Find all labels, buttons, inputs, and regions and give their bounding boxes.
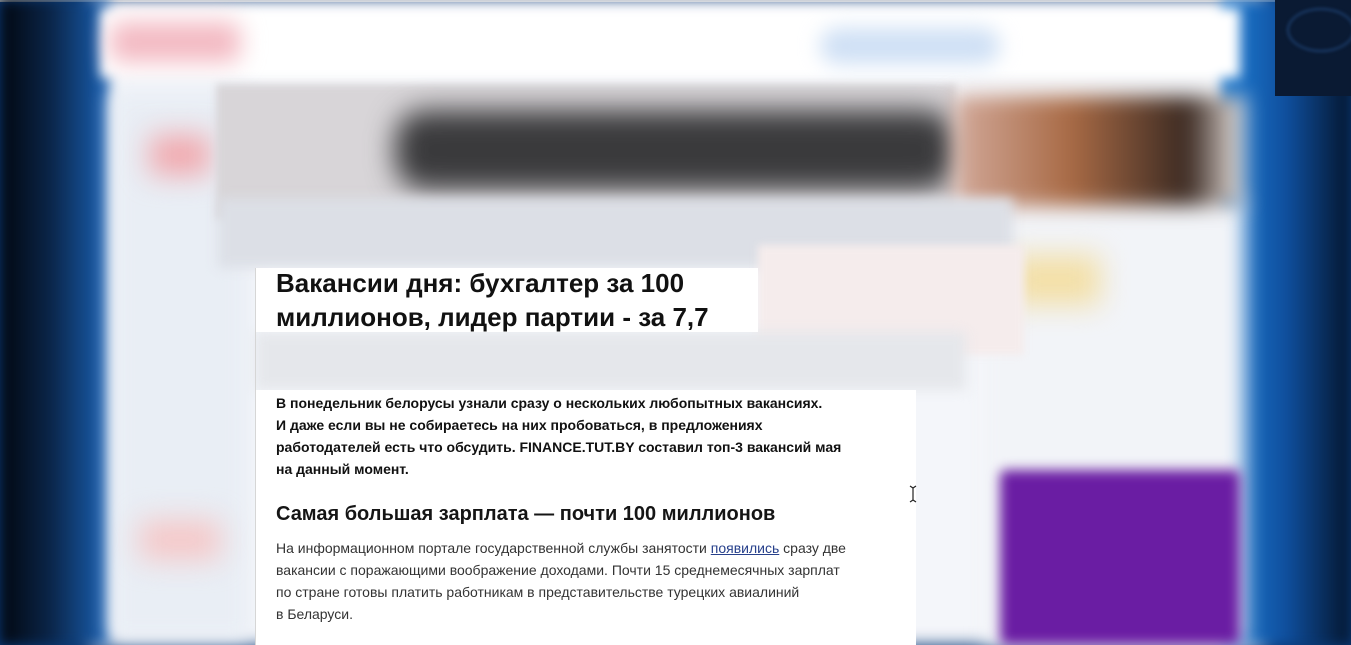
blurred-brand-corner <box>1275 0 1351 96</box>
lead-line: на данный момент. <box>276 461 409 477</box>
paragraph-text: сразу две <box>779 540 846 556</box>
paragraph-text: в Беларуси. <box>276 606 353 622</box>
paragraph-text: по стране готовы платить работникам в пр… <box>276 584 800 600</box>
article-lead: В понедельник белорусы узнали сразу о не… <box>276 392 886 480</box>
source-link[interactable]: появились <box>711 540 780 556</box>
lead-line: В понедельник белорусы узнали сразу о не… <box>276 395 823 411</box>
paragraph-text: На информационном портале государственно… <box>276 540 711 556</box>
blurred-ad-banner <box>1000 470 1240 645</box>
lead-line: И даже если вы не собираетесь на них про… <box>276 417 763 433</box>
section-heading: Самая большая зарплата — почти 100 милли… <box>276 503 776 525</box>
blurred-left-item <box>150 135 210 175</box>
blurred-logo-icon <box>1287 8 1351 52</box>
blurred-header-search <box>820 28 1000 64</box>
blurred-banner-image <box>395 110 955 190</box>
article-paragraph: На информационном портале государственно… <box>276 537 896 625</box>
text-cursor-icon <box>909 485 917 503</box>
paragraph-text: вакансии с поражающими воображение доход… <box>276 562 840 578</box>
blurred-left-item <box>140 520 220 560</box>
blurred-left-wallpaper <box>0 0 110 645</box>
blurred-site-header <box>100 8 1240 78</box>
lead-line: работодателей есть что обсудить. FINANCE… <box>276 439 842 455</box>
blurred-meta-strip <box>256 332 966 390</box>
article-title: Вакансии дня: бухгалтер за 100 миллионов… <box>276 266 776 334</box>
blurred-site-logo <box>110 22 240 62</box>
article-title-line: миллионов, лидер партии - за 7,7 <box>276 302 709 332</box>
article-title-line: Вакансии дня: бухгалтер за 100 <box>276 268 685 298</box>
blurred-banner-photo <box>955 96 1245 206</box>
